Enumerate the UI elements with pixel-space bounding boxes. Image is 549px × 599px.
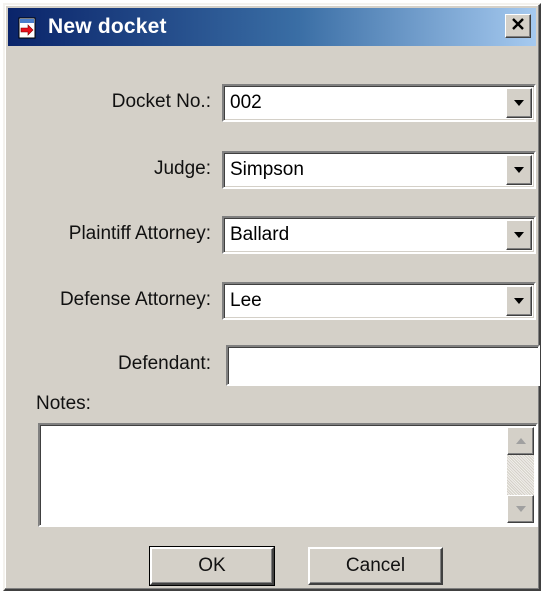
close-button[interactable] (505, 14, 531, 38)
scroll-down-button[interactable] (507, 495, 534, 523)
docket-no-combobox[interactable]: 002 (222, 84, 536, 122)
defense-attorney-label: Defense Attorney: (59, 289, 211, 310)
chevron-down-icon (513, 161, 525, 179)
docket-no-label: Docket No.: (111, 91, 211, 112)
defense-attorney-combobox[interactable]: Lee (222, 282, 536, 320)
chevron-down-icon (513, 226, 525, 244)
cancel-button[interactable]: Cancel (308, 547, 443, 585)
title-bar[interactable]: New docket (8, 8, 536, 46)
new-docket-dialog: New docket Docket No.: 002 Judge: Simpso… (3, 3, 541, 591)
docket-no-value[interactable]: 002 (230, 92, 262, 114)
close-icon (511, 17, 525, 35)
window-title: New docket (48, 15, 167, 38)
scroll-up-button[interactable] (507, 427, 534, 455)
plaintiff-attorney-combobox[interactable]: Ballard (222, 216, 536, 254)
notes-scrollbar[interactable] (507, 427, 534, 523)
notes-label: Notes: (36, 393, 91, 414)
plaintiff-attorney-dropdown-button[interactable] (506, 220, 532, 250)
notes-textarea[interactable] (38, 423, 538, 527)
defendant-input[interactable] (226, 345, 540, 386)
judge-combobox[interactable]: Simpson (222, 151, 536, 189)
docket-icon (17, 17, 39, 39)
defendant-label: Defendant: (118, 353, 211, 374)
judge-value[interactable]: Simpson (230, 159, 304, 181)
judge-dropdown-button[interactable] (506, 155, 532, 185)
defense-attorney-dropdown-button[interactable] (506, 286, 532, 316)
chevron-down-icon (513, 292, 525, 310)
arrow-down-icon (515, 500, 527, 518)
arrow-up-icon (515, 432, 527, 450)
defense-attorney-value[interactable]: Lee (230, 290, 262, 312)
plaintiff-attorney-label: Plaintiff Attorney: (68, 223, 211, 244)
plaintiff-attorney-value[interactable]: Ballard (230, 224, 289, 246)
docket-no-dropdown-button[interactable] (506, 88, 532, 118)
chevron-down-icon (513, 94, 525, 112)
judge-label: Judge: (153, 158, 211, 179)
ok-button[interactable]: OK (149, 546, 275, 586)
